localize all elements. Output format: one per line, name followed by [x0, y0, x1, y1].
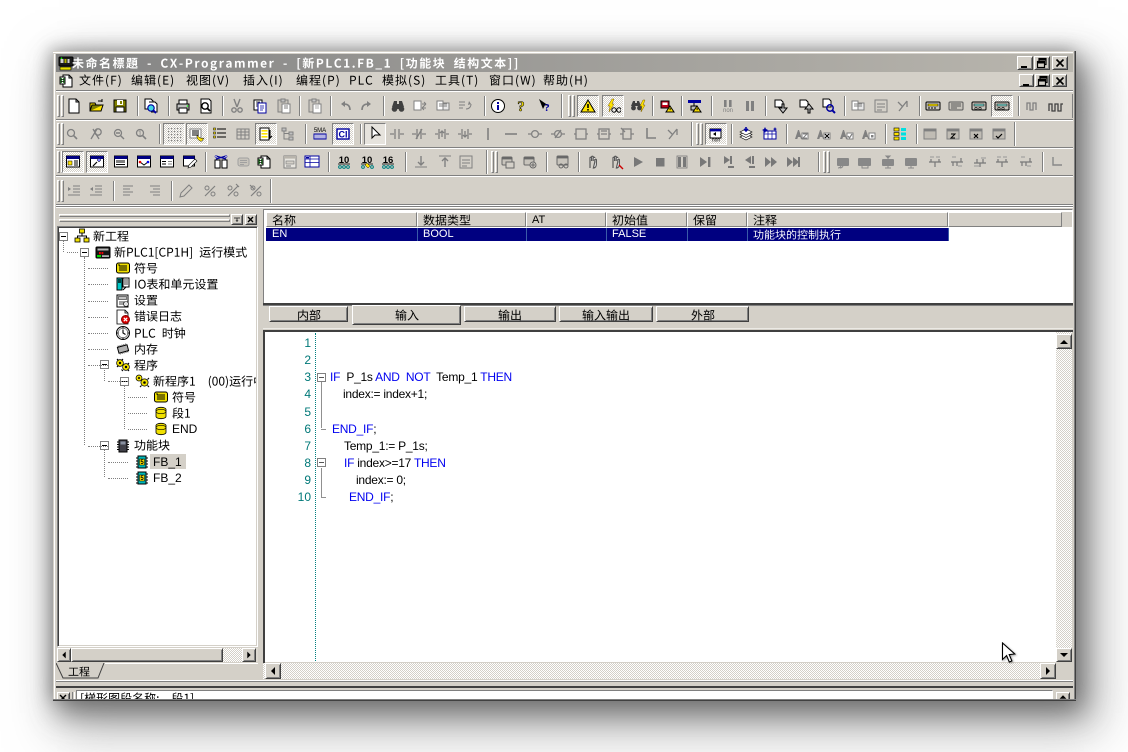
svg-text:5MA: 5MA — [314, 128, 326, 134]
svg-text:CI: CI — [339, 130, 348, 140]
svg-text:non: non — [723, 108, 733, 114]
svg-text:1: 1 — [138, 131, 142, 138]
svg-text:?: ? — [544, 102, 550, 114]
svg-text:non: non — [712, 138, 721, 143]
svg-text:?: ? — [517, 99, 525, 114]
